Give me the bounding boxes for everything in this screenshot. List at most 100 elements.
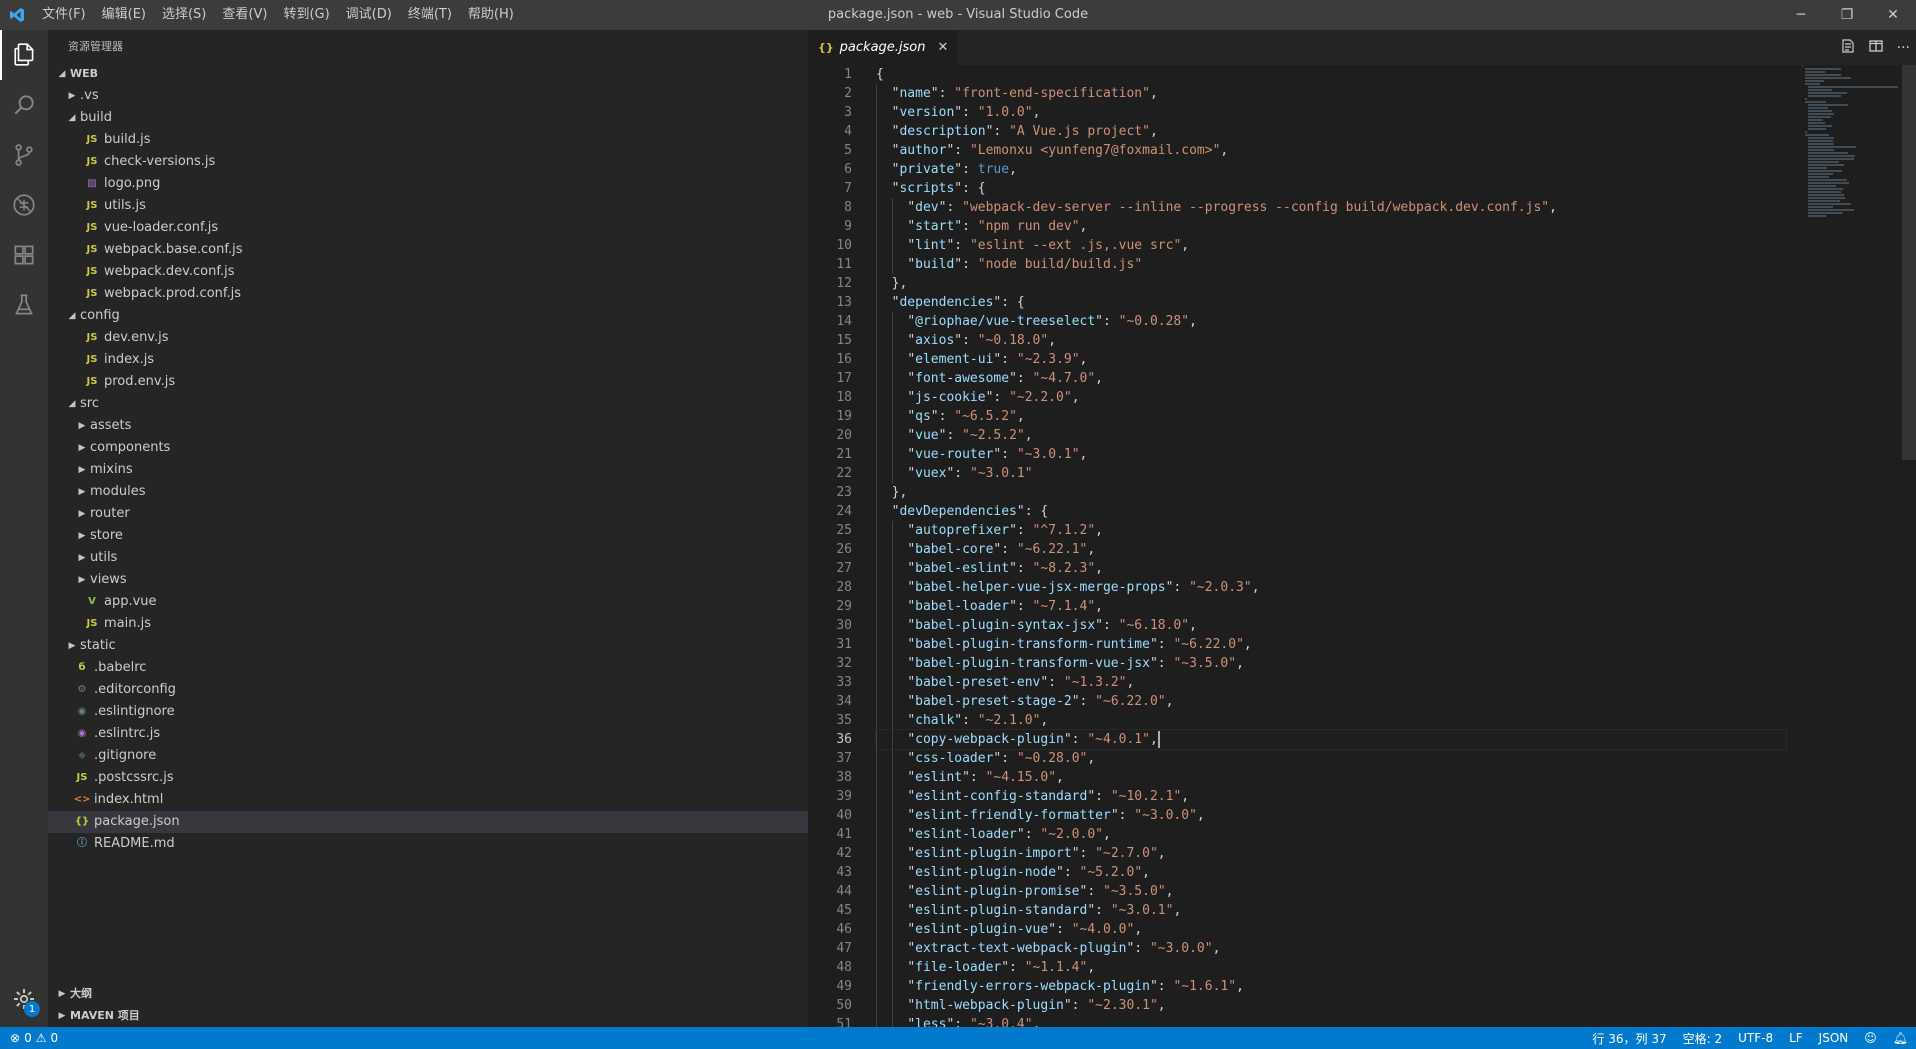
code-line[interactable]: "private": true, xyxy=(876,160,1786,179)
code-line[interactable]: }, xyxy=(876,274,1786,293)
menu-item[interactable]: 帮助(H) xyxy=(460,0,522,30)
code-line[interactable]: "babel-loader": "~7.1.4", xyxy=(876,597,1786,616)
language-mode[interactable]: JSON xyxy=(1811,1031,1857,1045)
code-line[interactable]: "lint": "eslint --ext .js,.vue src", xyxy=(876,236,1786,255)
outline-section[interactable]: ▶ 大纲 xyxy=(48,983,808,1005)
maven-section[interactable]: ▶ MAVEN 项目 xyxy=(48,1005,808,1027)
close-button[interactable]: ✕ xyxy=(1870,0,1916,30)
notifications-bell-icon[interactable]: 🔔︎ xyxy=(1885,1031,1916,1045)
tree-file[interactable]: JS webpack.prod.conf.js xyxy=(48,283,808,305)
tree-file[interactable]: ◉ .eslintrc.js xyxy=(48,723,808,745)
code-line[interactable]: "eslint-loader": "~2.0.0", xyxy=(876,825,1786,844)
search-icon[interactable] xyxy=(0,80,48,130)
tree-folder[interactable]: ▶ static xyxy=(48,635,808,657)
tree-folder[interactable]: ▶ mixins xyxy=(48,459,808,481)
code-line[interactable]: "file-loader": "~1.1.4", xyxy=(876,958,1786,977)
code-line[interactable]: "autoprefixer": "^7.1.2", xyxy=(876,521,1786,540)
code-line[interactable]: "build": "node build/build.js" xyxy=(876,255,1786,274)
feedback-smiley-icon[interactable]: ☺ xyxy=(1856,1031,1885,1045)
code-line[interactable]: "dependencies": { xyxy=(876,293,1786,312)
encoding[interactable]: UTF-8 xyxy=(1730,1031,1781,1045)
settings-gear-icon[interactable]: 1 xyxy=(0,979,48,1019)
test-icon[interactable] xyxy=(0,280,48,330)
code-line[interactable]: "dev": "webpack-dev-server --inline --pr… xyxy=(876,198,1786,217)
code-line[interactable]: "eslint-friendly-formatter": "~3.0.0", xyxy=(876,806,1786,825)
tree-file[interactable]: ◆ .gitignore xyxy=(48,745,808,767)
code-line[interactable]: "element-ui": "~2.3.9", xyxy=(876,350,1786,369)
tree-file[interactable]: ◉ .eslintignore xyxy=(48,701,808,723)
tree-file[interactable]: JS dev.env.js xyxy=(48,327,808,349)
scrollbar-thumb[interactable] xyxy=(1902,65,1916,460)
tree-folder[interactable]: ▶ utils xyxy=(48,547,808,569)
code-line[interactable]: "scripts": { xyxy=(876,179,1786,198)
code-line[interactable]: "eslint-plugin-vue": "~4.0.0", xyxy=(876,920,1786,939)
tree-folder[interactable]: ▶ .vs xyxy=(48,85,808,107)
code-line[interactable]: "font-awesome": "~4.7.0", xyxy=(876,369,1786,388)
tree-file[interactable]: ▨ logo.png xyxy=(48,173,808,195)
source-control-icon[interactable] xyxy=(0,130,48,180)
tree-file[interactable]: <> index.html xyxy=(48,789,808,811)
code-line[interactable]: "babel-plugin-syntax-jsx": "~6.18.0", xyxy=(876,616,1786,635)
menu-item[interactable]: 转到(G) xyxy=(275,0,337,30)
cursor-position[interactable]: 行 36，列 37 xyxy=(1584,1030,1674,1047)
tree-folder[interactable]: ◢ config xyxy=(48,305,808,327)
tree-folder[interactable]: ◢ src xyxy=(48,393,808,415)
code-line[interactable]: "chalk": "~2.1.0", xyxy=(876,711,1786,730)
code-line[interactable]: "js-cookie": "~2.2.0", xyxy=(876,388,1786,407)
code-line[interactable]: "author": "Lemonxu <yunfeng7@foxmail.com… xyxy=(876,141,1786,160)
menu-item[interactable]: 编辑(E) xyxy=(94,0,154,30)
tree-file[interactable]: JS prod.env.js xyxy=(48,371,808,393)
tree-folder[interactable]: ▶ router xyxy=(48,503,808,525)
tree-folder[interactable]: ▶ modules xyxy=(48,481,808,503)
code-line[interactable]: "babel-helper-vue-jsx-merge-props": "~2.… xyxy=(876,578,1786,597)
code-line[interactable]: "babel-eslint": "~8.2.3", xyxy=(876,559,1786,578)
code-line[interactable]: "babel-preset-env": "~1.3.2", xyxy=(876,673,1786,692)
code-line[interactable]: "html-webpack-plugin": "~2.30.1", xyxy=(876,996,1786,1015)
vertical-scrollbar[interactable] xyxy=(1902,65,1916,1027)
tab-package-json[interactable]: {} package.json ✕ xyxy=(808,30,959,65)
code-line[interactable]: "description": "A Vue.js project", xyxy=(876,122,1786,141)
code-line[interactable]: "start": "npm run dev", xyxy=(876,217,1786,236)
code-line[interactable]: "vue": "~2.5.2", xyxy=(876,426,1786,445)
code-line[interactable]: "css-loader": "~0.28.0", xyxy=(876,749,1786,768)
tree-folder[interactable]: ▶ store xyxy=(48,525,808,547)
open-preview-icon[interactable] xyxy=(1841,38,1855,57)
tree-file[interactable]: JS main.js xyxy=(48,613,808,635)
code-line[interactable]: }, xyxy=(876,483,1786,502)
code-line[interactable]: "qs": "~6.5.2", xyxy=(876,407,1786,426)
tree-file[interactable]: JS index.js xyxy=(48,349,808,371)
code-line[interactable]: "friendly-errors-webpack-plugin": "~1.6.… xyxy=(876,977,1786,996)
tree-file[interactable]: б .babelrc xyxy=(48,657,808,679)
menu-item[interactable]: 查看(V) xyxy=(214,0,275,30)
code-line[interactable]: "copy-webpack-plugin": "~4.0.1", xyxy=(875,729,1787,750)
close-tab-icon[interactable]: ✕ xyxy=(938,40,949,55)
tree-folder[interactable]: ▶ views xyxy=(48,569,808,591)
menu-item[interactable]: 选择(S) xyxy=(154,0,214,30)
code-line[interactable]: "eslint-plugin-standard": "~3.0.1", xyxy=(876,901,1786,920)
menu-item[interactable]: 文件(F) xyxy=(34,0,94,30)
code-line[interactable]: "eslint": "~4.15.0", xyxy=(876,768,1786,787)
menu-item[interactable]: 调试(D) xyxy=(338,0,400,30)
code-line[interactable]: "eslint-plugin-import": "~2.7.0", xyxy=(876,844,1786,863)
tree-file[interactable]: JS webpack.dev.conf.js xyxy=(48,261,808,283)
code-line[interactable]: "version": "1.0.0", xyxy=(876,103,1786,122)
code-line[interactable]: "babel-core": "~6.22.1", xyxy=(876,540,1786,559)
restore-button[interactable]: ❐ xyxy=(1824,0,1870,30)
code-line[interactable]: "babel-plugin-transform-vue-jsx": "~3.5.… xyxy=(876,654,1786,673)
tree-file[interactable]: JS .postcssrc.js xyxy=(48,767,808,789)
more-actions-icon[interactable]: ··· xyxy=(1897,40,1910,56)
minimap[interactable] xyxy=(1802,65,1902,255)
code-line[interactable]: "eslint-plugin-node": "~5.2.0", xyxy=(876,863,1786,882)
code-line[interactable]: "devDependencies": { xyxy=(876,502,1786,521)
tree-file[interactable]: JS utils.js xyxy=(48,195,808,217)
split-editor-icon[interactable] xyxy=(1868,39,1883,57)
tree-file[interactable]: {} package.json xyxy=(48,811,808,833)
workspace-root[interactable]: ◢ WEB xyxy=(48,63,808,85)
code-lines[interactable]: { "name": "front-end-specification", "ve… xyxy=(875,65,1787,1027)
code-line[interactable]: "eslint-config-standard": "~10.2.1", xyxy=(876,787,1786,806)
tree-file[interactable]: Vapp.vue xyxy=(48,591,808,613)
code-line[interactable]: "vuex": "~3.0.1" xyxy=(876,464,1786,483)
tree-file[interactable]: JS webpack.base.conf.js xyxy=(48,239,808,261)
debug-icon[interactable] xyxy=(0,180,48,230)
tree-folder[interactable]: ◢ build xyxy=(48,107,808,129)
